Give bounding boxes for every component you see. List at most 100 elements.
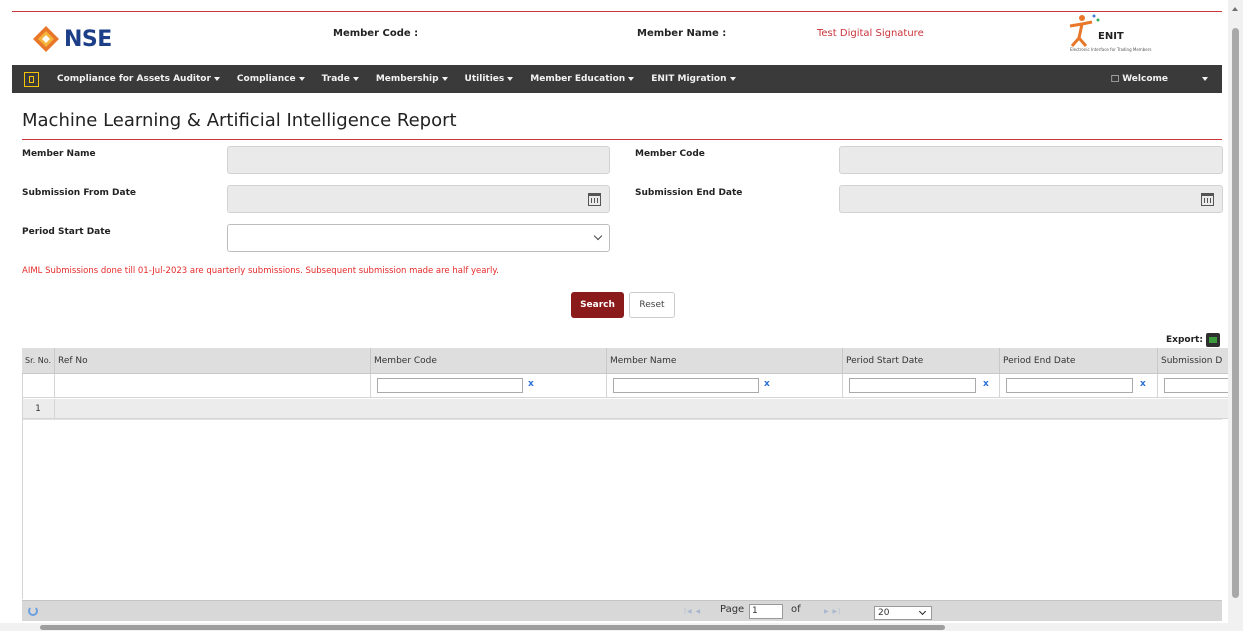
vertical-scrollbar[interactable] <box>1228 0 1243 631</box>
nav-member-education[interactable]: Member Education <box>530 74 635 84</box>
enit-logo-text: ENIT <box>1098 31 1124 42</box>
member-code-header-label: Member Code : <box>333 28 419 39</box>
caret-down-icon <box>441 76 448 81</box>
filter-cell-submission <box>1158 374 1232 398</box>
enit-logo: ENIT Electronic Interface for Trading Me… <box>1040 12 1158 58</box>
filter-period-end-input[interactable] <box>1006 378 1133 393</box>
grid-left-border <box>22 374 23 599</box>
user-menu-caret-icon[interactable] <box>1202 77 1208 81</box>
search-button[interactable]: Search <box>571 292 624 318</box>
scroll-up-icon[interactable] <box>1232 7 1238 11</box>
member-code-label: Member Code <box>635 149 705 159</box>
title-divider <box>22 139 1222 140</box>
submission-from-label: Submission From Date <box>22 188 136 198</box>
excel-export-icon[interactable] <box>1205 333 1220 347</box>
aiml-notice: AIML Submissions done till 01-Jul-2023 a… <box>22 266 499 276</box>
row-divider <box>22 419 1222 420</box>
col-sr-no[interactable]: Sr. No. <box>22 348 55 374</box>
member-name-header-label: Member Name : <box>637 28 727 39</box>
clear-period-start-filter[interactable]: x <box>983 379 989 389</box>
clear-period-end-filter[interactable]: x <box>1140 379 1146 389</box>
col-period-start-date[interactable]: Period Start Date <box>843 348 1000 374</box>
nse-logo[interactable]: NSE <box>33 25 112 53</box>
period-start-label: Period Start Date <box>22 227 111 237</box>
page-number-input[interactable]: 1 <box>749 604 783 619</box>
filter-member-code-input[interactable] <box>377 378 523 393</box>
nav-item-label: Compliance for Assets Auditor <box>57 74 211 84</box>
col-submission-date[interactable]: Submission D <box>1158 348 1232 374</box>
main-nav: Compliance for Assets Auditor Compliance… <box>12 65 1222 93</box>
calendar-icon[interactable] <box>588 193 601 206</box>
nav-utilities[interactable]: Utilities <box>465 74 514 84</box>
col-ref-no[interactable]: Ref No <box>55 348 371 374</box>
filter-cell-period-start: x <box>843 374 1000 398</box>
export-label: Export: <box>1166 335 1203 345</box>
member-name-header-value: Test Digital Signature <box>817 28 924 39</box>
horizontal-scrollbar[interactable] <box>0 623 1228 631</box>
member-name-input[interactable] <box>227 146 610 174</box>
clear-member-name-filter[interactable]: x <box>764 379 770 389</box>
filter-cell-member-name: x <box>607 374 843 398</box>
nav-trade[interactable]: Trade <box>322 74 359 84</box>
grid-header: Sr. No. Ref No Member Code Member Name P… <box>22 348 1232 374</box>
filter-submission-input[interactable] <box>1164 378 1232 393</box>
nav-item-label: Membership <box>375 74 439 84</box>
row-sr-no: 1 <box>22 399 55 419</box>
submission-end-date-input[interactable] <box>839 185 1223 213</box>
nav-item-label: Member Education <box>530 74 626 84</box>
caret-down-icon <box>729 76 736 81</box>
nav-compliance[interactable]: Compliance <box>237 74 305 84</box>
page-title: Machine Learning & Artificial Intelligen… <box>22 110 457 131</box>
filter-cell-sr <box>22 374 55 398</box>
enit-logo-subtitle: Electronic Interface for Trading Members <box>1070 47 1152 52</box>
nav-enit-migration[interactable]: ENIT Migration <box>651 74 736 84</box>
nav-membership[interactable]: Membership <box>376 74 448 84</box>
vertical-scroll-thumb[interactable] <box>1232 28 1239 598</box>
calendar-icon[interactable] <box>1201 193 1214 206</box>
first-prev-page-icon[interactable]: |◀ ◀ <box>684 608 701 615</box>
col-period-end-date[interactable]: Period End Date <box>1000 348 1158 374</box>
results-grid: Sr. No. Ref No Member Code Member Name P… <box>22 348 1232 621</box>
caret-down-icon <box>298 76 305 81</box>
home-icon[interactable] <box>24 71 39 87</box>
period-start-select[interactable] <box>227 224 610 252</box>
filter-period-start-input[interactable] <box>849 378 976 393</box>
reset-button[interactable]: Reset <box>629 292 675 318</box>
caret-down-icon <box>352 76 359 81</box>
chevron-down-icon <box>593 231 603 241</box>
enit-figure-icon <box>1069 14 1100 47</box>
nse-logo-icon <box>33 26 59 52</box>
grid-filter-row: x x x x <box>22 374 1232 398</box>
nav-item-label: Compliance <box>236 74 296 84</box>
refresh-icon[interactable] <box>28 606 38 616</box>
caret-down-icon <box>213 76 220 81</box>
filter-cell-member-code: x <box>371 374 607 398</box>
page-size-select[interactable]: 20 <box>874 606 932 620</box>
col-member-name[interactable]: Member Name <box>607 348 843 374</box>
filter-cell-period-end: x <box>1000 374 1158 398</box>
clear-member-code-filter[interactable]: x <box>528 379 534 389</box>
table-row[interactable]: 1 <box>22 399 1232 419</box>
nav-compliance-assets-auditor[interactable]: Compliance for Assets Auditor <box>57 74 220 84</box>
page-label: Page <box>720 604 745 615</box>
export-control: Export: <box>1166 333 1220 347</box>
nav-item-label: Utilities <box>464 74 505 84</box>
horizontal-scroll-thumb[interactable] <box>40 625 945 630</box>
submission-end-label: Submission End Date <box>635 188 743 198</box>
submission-from-date-input[interactable] <box>227 185 610 213</box>
header: NSE Member Code : Member Name : Test Dig… <box>0 12 1226 65</box>
next-last-page-icon[interactable]: ▶ ▶| <box>824 608 841 615</box>
caret-down-icon <box>507 76 514 81</box>
col-member-code[interactable]: Member Code <box>371 348 607 374</box>
member-code-input[interactable] <box>839 146 1223 174</box>
of-label: of <box>791 604 801 615</box>
nav-item-label: ENIT Migration <box>651 74 727 84</box>
filter-cell-ref <box>55 374 371 398</box>
nse-logo-text: NSE <box>64 26 112 52</box>
welcome-label: Welcome <box>1122 74 1168 84</box>
nav-item-label: Trade <box>321 74 350 84</box>
nav-welcome[interactable]: □ Welcome <box>1111 74 1168 84</box>
member-name-label: Member Name <box>22 149 96 159</box>
filter-member-name-input[interactable] <box>613 378 759 393</box>
grid-pager: |◀ ◀ Page 1 of ▶ ▶| 20 <box>22 600 1222 621</box>
